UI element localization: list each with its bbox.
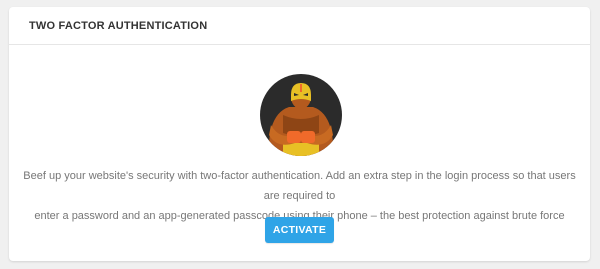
description-line-1: Beef up your website's security with two… [23,170,576,202]
card-body: Beef up your website's security with two… [9,45,590,260]
panel-title: TWO FACTOR AUTHENTICATION [29,19,208,32]
two-factor-card: TWO FACTOR AUTHENTICATION Beef up your w… [9,7,590,261]
card-header: TWO FACTOR AUTHENTICATION [9,7,590,45]
activate-button[interactable]: ACTIVATE [265,217,334,243]
masked-wrestler-icon [260,74,342,156]
